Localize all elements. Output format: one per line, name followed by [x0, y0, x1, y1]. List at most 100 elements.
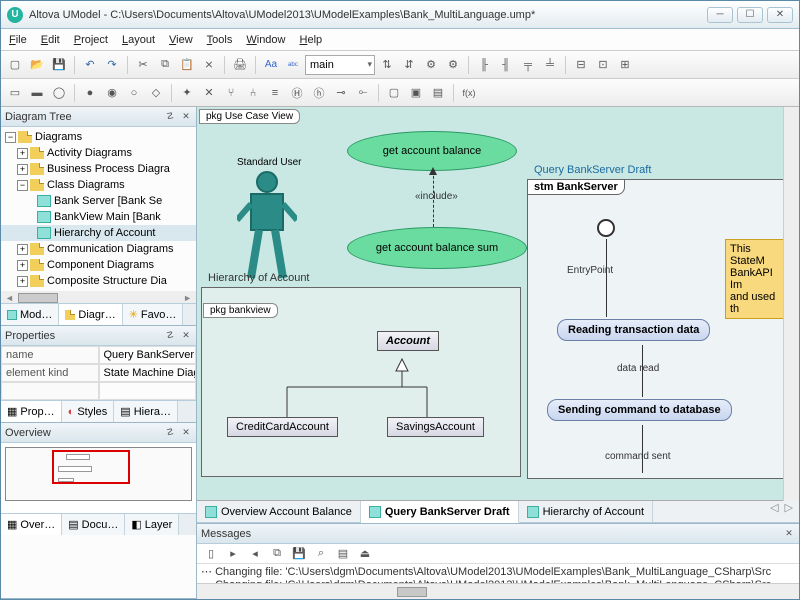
cross-icon[interactable]: ✦: [177, 83, 197, 103]
box1-icon[interactable]: ▢: [384, 83, 404, 103]
msg-prev-icon[interactable]: ◂: [245, 544, 265, 564]
box3-icon[interactable]: ▤: [428, 83, 448, 103]
tab-model[interactable]: Mod…: [1, 304, 59, 325]
conn2-icon[interactable]: ⟜: [353, 83, 373, 103]
box2-icon[interactable]: ▣: [406, 83, 426, 103]
dist2-icon[interactable]: ⊡: [593, 55, 613, 75]
abc-icon[interactable]: ᵃᵇᶜ: [283, 55, 303, 75]
msg-save-icon[interactable]: 💾: [289, 544, 309, 564]
tree-selected[interactable]: Hierarchy of Account: [1, 225, 196, 241]
close-panel-icon[interactable]: ✕: [783, 528, 795, 540]
menu-help[interactable]: Help: [300, 34, 323, 46]
copy-icon[interactable]: ⧉: [155, 55, 175, 75]
usecase-balance[interactable]: get account balance: [347, 131, 517, 171]
menu-edit[interactable]: Edit: [41, 34, 60, 46]
messages-list[interactable]: ⋯ Changing file: 'C:\Users\dgm\Documents…: [197, 564, 799, 583]
dist1-icon[interactable]: ⊟: [571, 55, 591, 75]
msg-find-icon[interactable]: ⌕: [311, 544, 331, 564]
maximize-button[interactable]: ☐: [737, 7, 763, 23]
canvas-vscroll[interactable]: [783, 107, 799, 501]
tab-styles[interactable]: ◐Styles: [62, 401, 115, 422]
menu-tools[interactable]: Tools: [207, 34, 233, 46]
messages-hscroll[interactable]: [197, 583, 799, 599]
shape-rect-icon[interactable]: ▭: [5, 83, 25, 103]
diagram-tree[interactable]: −Diagrams +Activity Diagrams +Business P…: [1, 127, 196, 303]
node-circle-icon[interactable]: ◉: [102, 83, 122, 103]
shape-rect2-icon[interactable]: ▬: [27, 83, 47, 103]
entrypoint-node[interactable]: [597, 219, 615, 237]
properties-grid[interactable]: nameQuery BankServer element kindState M…: [1, 346, 196, 400]
hist-icon[interactable]: Ⓗ: [287, 83, 307, 103]
note[interactable]: This StateM BankAPI Im and used th: [725, 239, 783, 319]
tab-documentation[interactable]: ▤Docu…: [62, 514, 125, 535]
paste-icon[interactable]: 📋: [177, 55, 197, 75]
delete-icon[interactable]: ⨯: [199, 55, 219, 75]
print-icon[interactable]: 🖨: [230, 55, 250, 75]
bars-icon[interactable]: ≡: [265, 83, 285, 103]
close-panel-icon[interactable]: ✕: [180, 330, 192, 342]
doctab-overview[interactable]: Overview Account Balance: [197, 501, 361, 522]
msg-copy-icon[interactable]: ⧉: [267, 544, 287, 564]
msg-clear-icon[interactable]: ▯: [201, 544, 221, 564]
menu-view[interactable]: View: [169, 34, 193, 46]
node-dot-icon[interactable]: ●: [80, 83, 100, 103]
sync2-icon[interactable]: ⇵: [399, 55, 419, 75]
menu-file[interactable]: File: [9, 34, 27, 46]
join-icon[interactable]: ⑃: [243, 83, 263, 103]
class-account[interactable]: Account: [377, 331, 439, 351]
msg-filter-icon[interactable]: ▤: [333, 544, 353, 564]
fx-icon[interactable]: f(x): [459, 83, 479, 103]
tab-prev-icon[interactable]: ◁: [770, 501, 778, 522]
tab-next-icon[interactable]: ▷: [785, 501, 793, 522]
minimize-button[interactable]: ─: [707, 7, 733, 23]
usecase-balance-sum[interactable]: get account balance sum: [347, 227, 527, 269]
msg-lock-icon[interactable]: ⏏: [355, 544, 375, 564]
new-icon[interactable]: ▢: [5, 55, 25, 75]
actor[interactable]: Standard User: [237, 157, 301, 280]
gear2-icon[interactable]: ⚙: [443, 55, 463, 75]
sync-icon[interactable]: ⇅: [377, 55, 397, 75]
undo-icon[interactable]: ↶: [80, 55, 100, 75]
fork-icon[interactable]: ⑂: [221, 83, 241, 103]
x-icon[interactable]: ✕: [199, 83, 219, 103]
gear-icon[interactable]: ⚙: [421, 55, 441, 75]
node-ring-icon[interactable]: ○: [124, 83, 144, 103]
dist3-icon[interactable]: ⊞: [615, 55, 635, 75]
state-reading[interactable]: Reading transaction data: [557, 319, 710, 341]
align1-icon[interactable]: ╟: [474, 55, 494, 75]
tab-favorites[interactable]: ✳Favo…: [123, 304, 184, 325]
node-diamond-icon[interactable]: ◇: [146, 83, 166, 103]
align2-icon[interactable]: ╢: [496, 55, 516, 75]
overview-canvas[interactable]: [1, 443, 196, 513]
diagram-canvas[interactable]: pkg Use Case View Standard User get ac: [197, 107, 783, 501]
expand-icon[interactable]: −: [5, 132, 16, 143]
tab-diagram[interactable]: Diagr…: [59, 304, 122, 325]
close-button[interactable]: ✕: [767, 7, 793, 23]
tab-hierarchy[interactable]: ▤Hiera…: [114, 401, 178, 422]
msg-next-icon[interactable]: ▸: [223, 544, 243, 564]
redo-icon[interactable]: ↷: [102, 55, 122, 75]
align3-icon[interactable]: ╤: [518, 55, 538, 75]
aa-icon[interactable]: Aa: [261, 55, 281, 75]
pin-icon[interactable]: ☡: [164, 111, 176, 123]
doctab-query[interactable]: Query BankServer Draft: [361, 501, 519, 523]
close-panel-icon[interactable]: ✕: [180, 111, 192, 123]
branch-combo[interactable]: main: [305, 55, 375, 75]
tab-layer[interactable]: ◧Layer: [125, 514, 179, 535]
close-panel-icon[interactable]: ✕: [180, 427, 192, 439]
align4-icon[interactable]: ╧: [540, 55, 560, 75]
save-icon[interactable]: 💾: [49, 55, 69, 75]
conn-icon[interactable]: ⊸: [331, 83, 351, 103]
pin-icon[interactable]: ☡: [164, 330, 176, 342]
menu-layout[interactable]: Layout: [122, 34, 155, 46]
doctab-hierarchy[interactable]: Hierarchy of Account: [519, 501, 654, 522]
state-sending[interactable]: Sending command to database: [547, 399, 732, 421]
menu-project[interactable]: Project: [74, 34, 108, 46]
open-icon[interactable]: 📂: [27, 55, 47, 75]
shape-oval-icon[interactable]: ◯: [49, 83, 69, 103]
cut-icon[interactable]: ✂: [133, 55, 153, 75]
tab-overview[interactable]: ▦Over…: [1, 514, 62, 535]
hist2-icon[interactable]: ⓗ: [309, 83, 329, 103]
tab-properties[interactable]: ▦Prop…: [1, 401, 62, 422]
menu-window[interactable]: Window: [246, 34, 285, 46]
